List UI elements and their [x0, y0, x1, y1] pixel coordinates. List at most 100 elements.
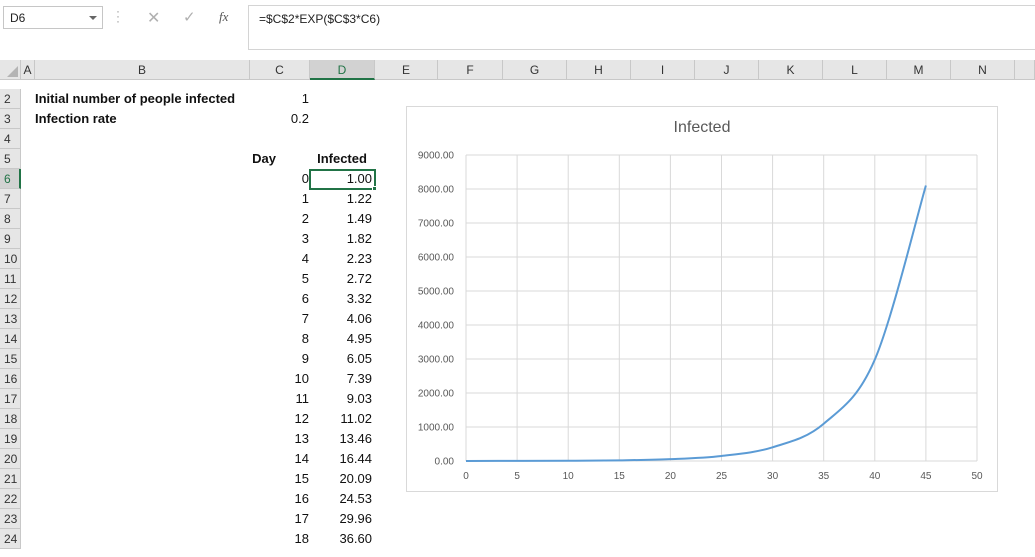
day-cell[interactable]: 0 — [250, 169, 309, 189]
day-cell[interactable]: 2 — [250, 209, 309, 229]
row-header-20[interactable]: 20 — [0, 449, 21, 469]
row-header-24[interactable]: 24 — [0, 529, 21, 549]
infected-cell[interactable]: 29.96 — [310, 509, 372, 529]
infected-cell[interactable]: 4.95 — [310, 329, 372, 349]
row-header-8[interactable]: 8 — [0, 209, 21, 229]
day-cell[interactable]: 11 — [250, 389, 310, 409]
infected-cell[interactable]: 1.22 — [310, 189, 372, 209]
day-cell[interactable]: 13 — [250, 429, 309, 449]
cell-c3[interactable]: 0.2 — [250, 109, 309, 129]
row-header-13[interactable]: 13 — [0, 309, 21, 329]
infected-cell[interactable]: 3.32 — [310, 289, 372, 309]
column-header-c[interactable]: C — [250, 60, 310, 80]
row-header-14[interactable]: 14 — [0, 329, 21, 349]
y-tick-label: 3000.00 — [418, 355, 455, 366]
day-cell[interactable]: 4 — [250, 249, 309, 269]
row-header-2[interactable]: 2 — [0, 89, 21, 109]
formula-buttons: ✕ ✓ fx — [131, 6, 244, 29]
select-all-button[interactable] — [0, 60, 21, 80]
chevron-down-icon[interactable] — [89, 16, 97, 20]
infected-cell[interactable]: 24.53 — [310, 489, 372, 509]
cell-b3[interactable]: Infection rate — [35, 109, 117, 129]
row-header-7[interactable]: 7 — [0, 189, 21, 209]
day-cell[interactable]: 10 — [250, 369, 309, 389]
column-header-l[interactable]: L — [823, 60, 887, 80]
x-tick-label: 20 — [665, 471, 677, 482]
y-tick-label: 1000.00 — [418, 423, 455, 434]
day-cell[interactable]: 6 — [250, 289, 309, 309]
infected-cell[interactable]: 9.03 — [310, 389, 372, 409]
infected-cell[interactable]: 1.82 — [310, 229, 372, 249]
row-header-23[interactable]: 23 — [0, 509, 21, 529]
column-header-g[interactable]: G — [503, 60, 567, 80]
column-header-n[interactable]: N — [951, 60, 1015, 80]
column-header-o[interactable] — [1015, 60, 1035, 80]
infected-cell[interactable]: 4.06 — [310, 309, 372, 329]
row-header-12[interactable]: 12 — [0, 289, 21, 309]
infected-cell[interactable]: 6.05 — [310, 349, 372, 369]
infected-cell[interactable]: 1.49 — [310, 209, 372, 229]
column-header-d[interactable]: D — [310, 60, 375, 80]
infected-cell[interactable]: 13.46 — [310, 429, 372, 449]
day-cell[interactable]: 14 — [250, 449, 309, 469]
cell-b2[interactable]: Initial number of people infected — [35, 89, 235, 109]
infected-chart[interactable]: Infected 0.00 1000.00 2000.00 3000.00 4000.0… — [406, 106, 998, 492]
column-header-f[interactable]: F — [438, 60, 503, 80]
infected-cell[interactable]: 36.60 — [310, 529, 372, 549]
y-tick-label: 2000.00 — [418, 389, 455, 400]
column-header-i[interactable]: I — [631, 60, 695, 80]
cell-c5-day-header[interactable]: Day — [250, 149, 276, 169]
day-cell[interactable]: 7 — [250, 309, 309, 329]
row-header-3[interactable]: 3 — [0, 109, 21, 129]
column-header-b[interactable]: B — [35, 60, 250, 80]
row-header-9[interactable]: 9 — [0, 229, 21, 249]
row-header-22[interactable]: 22 — [0, 489, 21, 509]
x-tick-label: 45 — [920, 471, 932, 482]
cancel-icon[interactable]: ✕ — [147, 8, 160, 28]
row-header-18[interactable]: 18 — [0, 409, 21, 429]
infected-cell[interactable]: 2.72 — [310, 269, 372, 289]
infected-cell[interactable]: 20.09 — [310, 469, 372, 489]
row-header-11[interactable]: 11 — [0, 269, 21, 289]
column-header-a[interactable]: A — [21, 60, 35, 80]
day-cell[interactable]: 5 — [250, 269, 309, 289]
day-cell[interactable]: 18 — [250, 529, 309, 549]
infected-cell[interactable]: 16.44 — [310, 449, 372, 469]
day-cell[interactable]: 9 — [250, 349, 309, 369]
row-header-17[interactable]: 17 — [0, 389, 21, 409]
cell-c2[interactable]: 1 — [250, 89, 309, 109]
row-header-10[interactable]: 10 — [0, 249, 21, 269]
day-cell[interactable]: 1 — [250, 189, 309, 209]
name-box[interactable]: D6 — [3, 6, 103, 29]
row-header-6[interactable]: 6 — [0, 169, 21, 189]
day-cell[interactable]: 17 — [250, 509, 309, 529]
x-tick-label: 40 — [869, 471, 881, 482]
row-header-21[interactable]: 21 — [0, 469, 21, 489]
cell-d5-infected-header[interactable]: Infected — [310, 149, 374, 169]
day-cell[interactable]: 15 — [250, 469, 309, 489]
more-options-icon[interactable]: · · · — [115, 5, 121, 27]
infected-cell[interactable]: 11.02 — [310, 409, 372, 429]
row-header-19[interactable]: 19 — [0, 429, 21, 449]
day-cell[interactable]: 12 — [250, 409, 309, 429]
formula-input[interactable]: =$C$2*EXP($C$3*C6) — [248, 5, 1035, 50]
day-cell[interactable]: 16 — [250, 489, 309, 509]
enter-check-icon[interactable]: ✓ — [183, 8, 196, 26]
infected-cell[interactable]: 7.39 — [310, 369, 372, 389]
x-tick-label: 15 — [614, 471, 626, 482]
row-header-16[interactable]: 16 — [0, 369, 21, 389]
column-header-m[interactable]: M — [887, 60, 951, 80]
column-header-e[interactable]: E — [375, 60, 438, 80]
day-cell[interactable]: 3 — [250, 229, 309, 249]
column-header-h[interactable]: H — [567, 60, 631, 80]
row-header-4[interactable]: 4 — [0, 129, 21, 149]
fill-handle[interactable] — [372, 186, 377, 191]
insert-function-icon[interactable]: fx — [219, 9, 228, 25]
row-header-15[interactable]: 15 — [0, 349, 21, 369]
x-tick-label: 35 — [818, 471, 830, 482]
day-cell[interactable]: 8 — [250, 329, 309, 349]
column-header-j[interactable]: J — [695, 60, 759, 80]
infected-cell[interactable]: 2.23 — [310, 249, 372, 269]
column-header-k[interactable]: K — [759, 60, 823, 80]
row-header-5[interactable]: 5 — [0, 149, 21, 169]
